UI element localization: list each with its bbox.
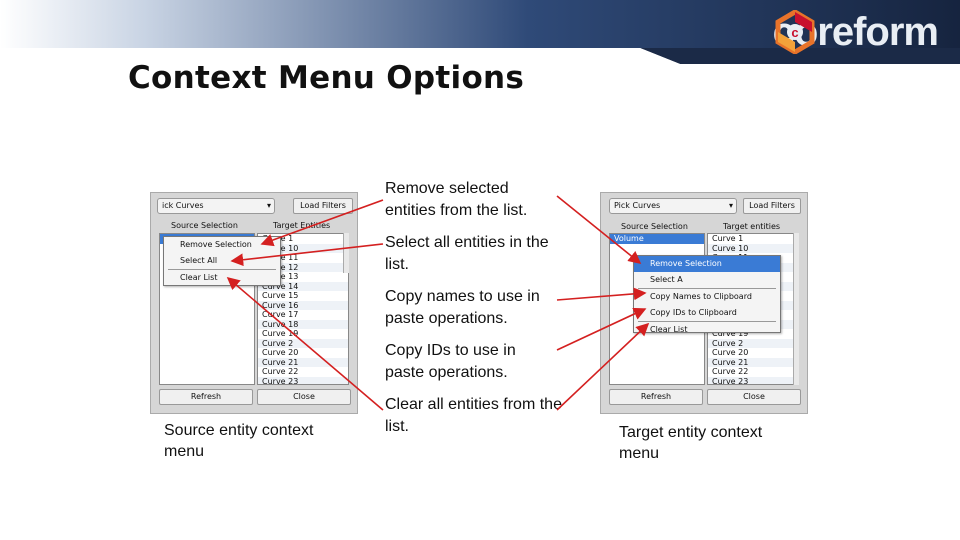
callout-copy-names: Copy names to use in paste operations. xyxy=(385,288,540,327)
target-context-menu: Remove Selection Select A Copy Names to Cl… xyxy=(633,255,781,334)
callout-remove-selection: Remove selected entities from the list. xyxy=(385,180,528,219)
chevron-down-icon: ▾ xyxy=(266,201,271,210)
list-item[interactable]: Curve 15 xyxy=(258,291,348,301)
chevron-down-icon: ▾ xyxy=(728,201,733,210)
menu-item-remove-selection[interactable]: Remove Selection xyxy=(634,256,780,272)
target-panel-screenshot: Pick Curves ▾ Load Filters Source Select… xyxy=(600,192,808,414)
callout-clear-list: Clear all entities from the list. xyxy=(385,396,562,435)
scrollbar[interactable] xyxy=(793,233,799,385)
list-item[interactable]: Curve 20 xyxy=(708,348,798,358)
menu-item-remove-selection[interactable]: Remove Selection xyxy=(164,237,280,253)
menu-item-select-all[interactable]: Select All xyxy=(164,253,280,269)
pick-dropdown-value: ick Curves xyxy=(162,201,204,210)
close-button[interactable]: Close xyxy=(257,389,351,405)
list-item[interactable]: Curve 23 xyxy=(258,376,348,384)
caption-source-menu: Source entity context menu xyxy=(164,422,314,460)
list-item[interactable]: Curve 10 xyxy=(708,243,798,253)
source-selection-header: Source Selection xyxy=(171,221,238,230)
close-button[interactable]: Close xyxy=(707,389,801,405)
coreform-logo-icon: c xyxy=(775,10,815,54)
pick-dropdown-value: Pick Curves xyxy=(614,201,661,210)
list-item[interactable]: Curve 1 xyxy=(708,234,798,244)
callout-select-all: Select all entities in the list. xyxy=(385,234,549,273)
scrollbar[interactable] xyxy=(343,233,349,273)
list-item[interactable]: Curve 22 xyxy=(708,367,798,377)
coreform-logo: c coreform xyxy=(773,10,939,55)
menu-item-clear-list[interactable]: Clear List xyxy=(164,270,280,286)
svg-text:c: c xyxy=(791,25,798,40)
pick-dropdown[interactable]: Pick Curves ▾ xyxy=(609,198,737,214)
menu-item-copy-ids-to-clipboard[interactable]: Copy IDs to Clipboard xyxy=(634,305,780,321)
target-entities-header: Target entities xyxy=(723,222,781,231)
menu-item-copy-names-to-clipboard[interactable]: Copy Names to Clipboard xyxy=(634,289,780,305)
refresh-button[interactable]: Refresh xyxy=(609,389,703,405)
load-filters-button[interactable]: Load Filters xyxy=(743,198,801,214)
list-item[interactable]: Curve 2 xyxy=(258,338,348,348)
list-item[interactable]: Curve 23 xyxy=(708,376,798,384)
source-context-menu: Remove Selection Select All Clear List xyxy=(163,236,281,286)
source-selection-header: Source Selection xyxy=(621,222,688,231)
refresh-button[interactable]: Refresh xyxy=(159,389,253,405)
list-item[interactable]: Curve 21 xyxy=(708,357,798,367)
menu-item-select-a[interactable]: Select A xyxy=(634,272,780,288)
list-item[interactable]: Curve 21 xyxy=(258,357,348,367)
menu-item-clear-list[interactable]: Clear List xyxy=(634,322,780,338)
header-banner: c coreform xyxy=(0,0,960,64)
list-item[interactable]: Curve 17 xyxy=(258,310,348,320)
list-item[interactable]: Curve 18 xyxy=(258,319,348,329)
target-entities-header: Target Entities xyxy=(273,221,331,230)
list-item[interactable]: Curve 16 xyxy=(258,300,348,310)
list-item[interactable]: Curve 2 xyxy=(708,338,798,348)
load-filters-button[interactable]: Load Filters xyxy=(293,198,353,214)
list-item[interactable]: Curve 22 xyxy=(258,367,348,377)
pick-dropdown[interactable]: ick Curves ▾ xyxy=(157,198,275,214)
callout-copy-ids: Copy IDs to use in paste operations. xyxy=(385,342,516,381)
list-item[interactable]: Curve 20 xyxy=(258,348,348,358)
caption-target-menu: Target entity context menu xyxy=(619,424,763,462)
list-item[interactable]: Volume xyxy=(610,234,704,244)
page-title: Context Menu Options xyxy=(128,60,525,96)
list-item[interactable]: Curve 19 xyxy=(258,329,348,339)
source-panel-screenshot: ick Curves ▾ Load Filters Source Selecti… xyxy=(150,192,358,414)
